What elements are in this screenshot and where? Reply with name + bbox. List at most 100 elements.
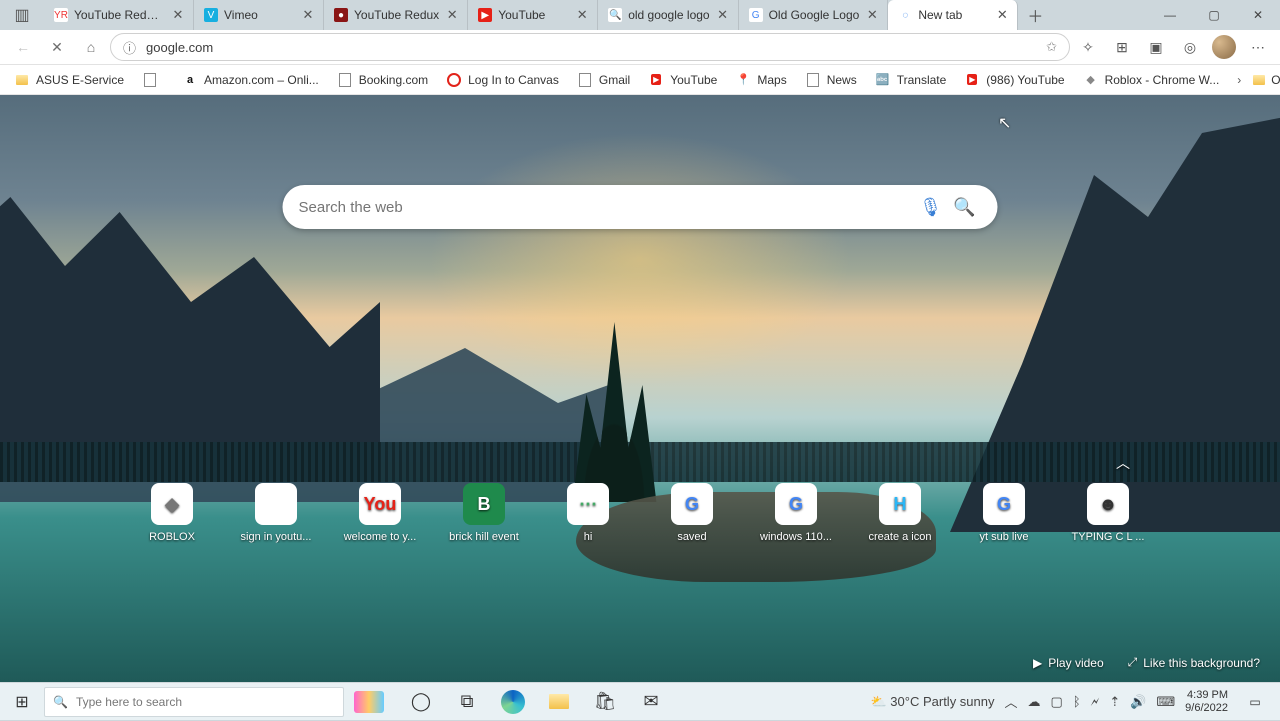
tray-chevron-icon[interactable]: ︿ — [1005, 692, 1018, 711]
volume-tray-icon[interactable]: 🔊 — [1130, 694, 1146, 710]
favorite-star-icon[interactable]: ✩ — [1046, 39, 1057, 55]
taskbar-search[interactable]: 🔍 Type here to search — [44, 687, 344, 717]
screenshot-button[interactable]: ▣ — [1142, 33, 1170, 61]
tab-5[interactable]: G Old Google Logo ✕ — [739, 0, 889, 30]
close-tab-icon[interactable]: ✕ — [716, 7, 730, 23]
like-background-button[interactable]: ⤢ Like this background? — [1128, 655, 1260, 670]
bookmarks-bar: ASUS E-Service aAmazon.com – Onli... Booki… — [0, 65, 1280, 95]
bookmarks-overflow[interactable]: › — [1237, 73, 1241, 87]
web-capture-button[interactable]: ◎ — [1176, 33, 1204, 61]
start-button[interactable]: ⊞ — [0, 683, 44, 721]
quicklink-7[interactable]: Hcreate a icon — [878, 483, 922, 543]
bookmark-icon — [577, 72, 593, 88]
bookmark-4[interactable]: Log In to Canvas — [440, 68, 565, 92]
close-tab-icon[interactable]: ✕ — [445, 7, 459, 23]
close-window-button[interactable]: ✕ — [1236, 0, 1280, 30]
tab-2[interactable]: ●YouTube Redux✕ — [324, 0, 468, 30]
quicklink-label: TYPING C L ... — [1063, 531, 1153, 543]
close-tab-icon[interactable]: ✕ — [865, 7, 879, 23]
quicklink-label: welcome to y... — [335, 531, 425, 543]
bookmark-10[interactable]: ▶(986) YouTube — [958, 68, 1070, 92]
search-icon[interactable]: 🔍 — [948, 197, 982, 218]
bluetooth-tray-icon[interactable]: ᛒ — [1073, 694, 1081, 709]
onedrive-tray-icon[interactable]: ☁ — [1028, 694, 1041, 710]
bookmark-6[interactable]: ▶YouTube — [642, 68, 723, 92]
quicklink-5[interactable]: Gsaved — [670, 483, 714, 543]
bookmark-9[interactable]: 🔤Translate — [869, 68, 953, 92]
language-tray-icon[interactable]: ⌨ — [1156, 694, 1175, 710]
task-view-button[interactable] — [348, 683, 390, 721]
quicklink-0[interactable]: ◆ROBLOX — [150, 483, 194, 543]
minimize-button[interactable]: — — [1148, 0, 1192, 30]
other-favorites-folder[interactable]: Other favorites — [1247, 68, 1280, 92]
tab-actions-button[interactable]: ▥ — [0, 0, 44, 30]
tab-4[interactable]: 🔍old google logo✕ — [598, 0, 738, 30]
mouse-cursor: ↖ — [998, 113, 1011, 133]
extensions-button[interactable]: ✧ — [1074, 33, 1102, 61]
meet-tray-icon[interactable]: ▢ — [1051, 694, 1063, 710]
web-search-box[interactable]: 🎙 🔍 — [283, 185, 998, 229]
url-field[interactable]: ⓘ google.com ✩ — [110, 33, 1070, 61]
close-tab-icon[interactable]: ✕ — [575, 7, 589, 23]
explorer-taskbar-icon[interactable] — [538, 683, 580, 721]
collections-button[interactable]: ⊞ — [1108, 33, 1136, 61]
quicklink-3[interactable]: Bbrick hill event — [462, 483, 506, 543]
bookmark-label: Booking.com — [359, 73, 428, 87]
new-tab-button[interactable]: ＋ — [1018, 0, 1052, 30]
tab-6[interactable]: ◌New tab✕ — [888, 0, 1018, 30]
cortana-button[interactable]: ◯ — [400, 683, 442, 721]
quicklink-tile: You — [359, 483, 401, 525]
bookmark-label: Gmail — [599, 73, 630, 87]
collapse-quicklinks-button[interactable]: ︿ — [1116, 453, 1130, 473]
quicklink-6[interactable]: Gwindows 110... — [774, 483, 818, 543]
maximize-button[interactable]: ▢ — [1192, 0, 1236, 30]
close-tab-icon[interactable]: ✕ — [301, 7, 315, 23]
bookmark-1[interactable] — [136, 68, 170, 92]
bookmark-icon: 📍 — [735, 72, 751, 88]
quicklink-tile: ☻ — [1087, 483, 1129, 525]
quicklink-label: hi — [543, 531, 633, 543]
bookmark-label: ASUS E-Service — [36, 73, 124, 87]
tab-title: Old Google Logo — [769, 8, 860, 22]
search-input[interactable] — [299, 199, 914, 216]
tab-favicon: G — [749, 8, 763, 22]
bookmark-8[interactable]: News — [799, 68, 863, 92]
bookmark-11[interactable]: ◆Roblox - Chrome W... — [1077, 68, 1226, 92]
quicklink-9[interactable]: ☻TYPING C L ... — [1086, 483, 1130, 543]
bookmark-3[interactable]: Booking.com — [331, 68, 434, 92]
close-tab-icon[interactable]: ✕ — [995, 7, 1009, 23]
bookmark-7[interactable]: 📍Maps — [729, 68, 792, 92]
task-view2-button[interactable]: ⧉ — [446, 683, 488, 721]
tab-0[interactable]: YRYouTube Redux -✕ — [44, 0, 194, 30]
tab-1[interactable]: VVimeo✕ — [194, 0, 324, 30]
weather-widget[interactable]: ⛅ 30°C Partly sunny — [870, 694, 994, 710]
bookmark-icon — [805, 72, 821, 88]
quicklink-8[interactable]: Gyt sub live — [982, 483, 1026, 543]
close-tab-icon[interactable]: ✕ — [171, 7, 185, 23]
bookmark-0[interactable]: ASUS E-Service — [8, 68, 130, 92]
taskbar-clock[interactable]: 4:39 PM 9/6/2022 — [1185, 689, 1228, 715]
bookmark-5[interactable]: Gmail — [571, 68, 636, 92]
quicklink-2[interactable]: Youwelcome to y... — [358, 483, 402, 543]
bookmark-icon — [14, 72, 30, 88]
edge-taskbar-icon[interactable] — [492, 683, 534, 721]
bookmark-2[interactable]: aAmazon.com – Onli... — [176, 68, 325, 92]
quicklink-tile: G — [983, 483, 1025, 525]
action-center-button[interactable]: ▭ — [1238, 683, 1272, 721]
mail-taskbar-icon[interactable]: ✉ — [630, 683, 672, 721]
tab-3[interactable]: ▶YouTube✕ — [468, 0, 598, 30]
tab-favicon: 🔍 — [608, 8, 622, 22]
quicklink-1[interactable]: sign in youtu... — [254, 483, 298, 543]
settings-menu-button[interactable]: ⋯ — [1244, 33, 1272, 61]
voice-search-icon[interactable]: 🎙 — [914, 197, 948, 218]
site-info-icon[interactable]: ⓘ — [123, 38, 136, 57]
home-button[interactable]: ⌂ — [76, 32, 106, 62]
play-video-button[interactable]: ▶ Play video — [1033, 655, 1104, 670]
wifi-tray-icon[interactable]: ⇡ — [1109, 694, 1120, 710]
store-taskbar-icon[interactable]: 🛍 — [584, 683, 626, 721]
back-button[interactable]: ← — [8, 32, 38, 62]
profile-avatar[interactable] — [1210, 33, 1238, 61]
stop-button[interactable]: ✕ — [42, 32, 72, 62]
battery-tray-icon[interactable]: 🗲 — [1091, 694, 1100, 710]
quicklink-4[interactable]: ⋯hi — [566, 483, 610, 543]
